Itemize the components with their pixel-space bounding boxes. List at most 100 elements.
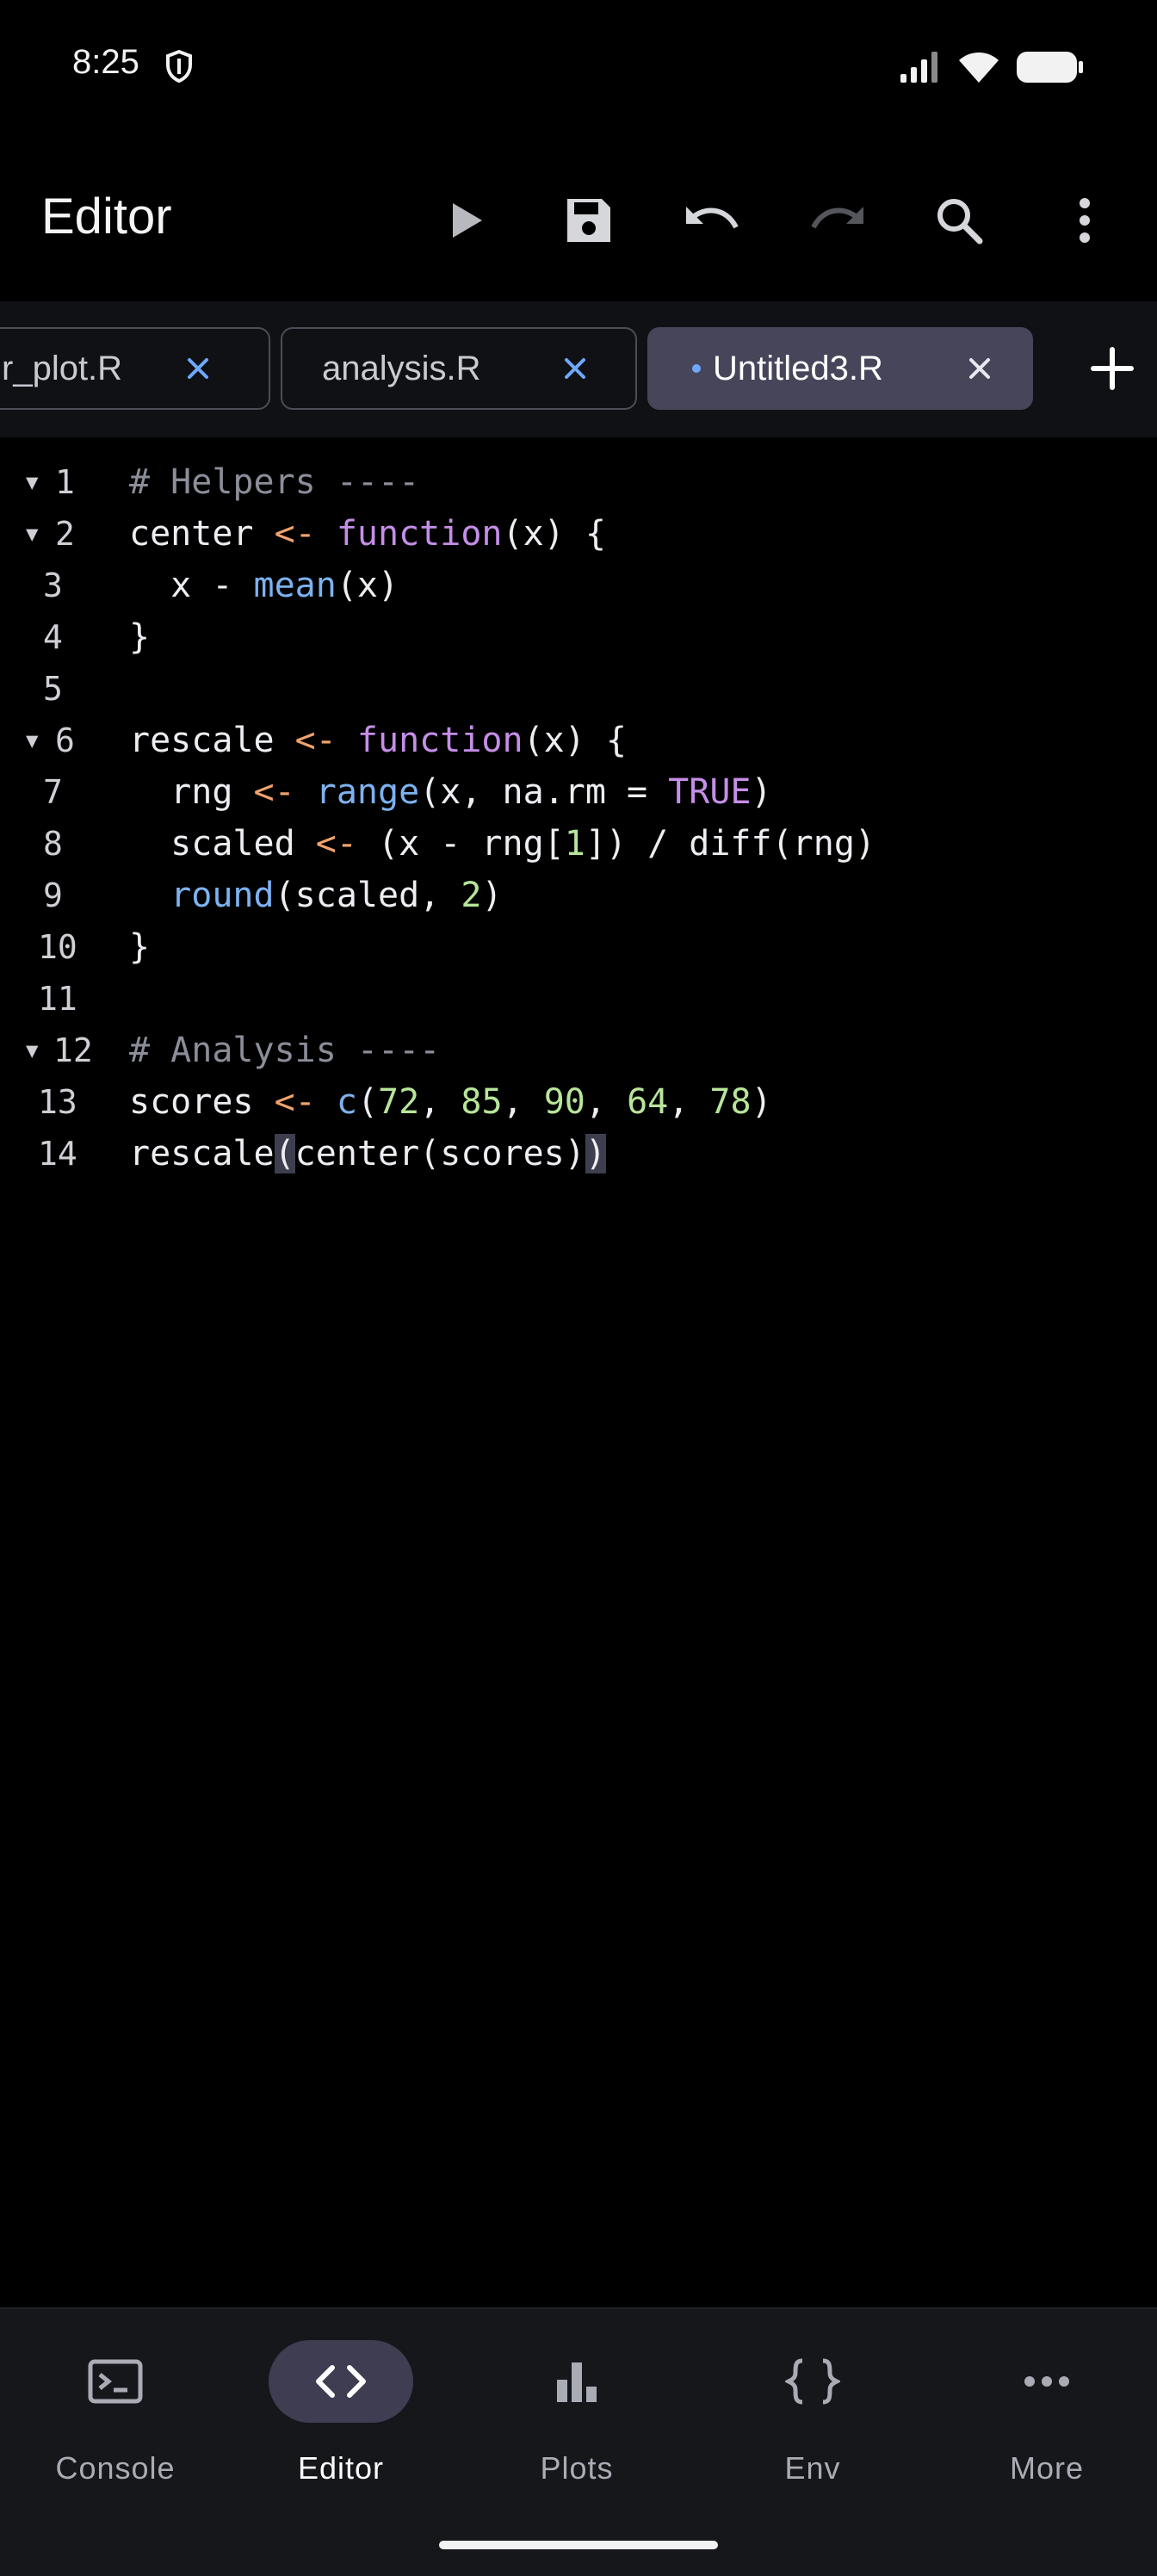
tab-label: r_plot.R — [2, 349, 123, 387]
code-text: # Helpers ---- — [129, 462, 420, 502]
search-button[interactable] — [928, 189, 990, 251]
code-line[interactable]: ▼ 2 center <- function(x) { — [0, 508, 1157, 560]
page-title: Editor — [41, 189, 172, 245]
code-text: center <- function(x) { — [129, 514, 606, 554]
code-editor[interactable]: ▼ 1 # Helpers ---- ▼ 2 center <- function(x) … — [0, 456, 1157, 1446]
close-icon[interactable] — [183, 353, 213, 384]
code-text: # Analysis ---- — [129, 1031, 441, 1070]
code-line[interactable]: 10} — [0, 921, 1157, 973]
nav-env-pill — [740, 2340, 885, 2423]
code-line[interactable]: 3 x - mean(x) — [0, 560, 1157, 611]
line-number: 2 — [55, 515, 75, 553]
nav-console-pill — [43, 2340, 188, 2423]
code-line[interactable]: 9 round(scaled, 2) — [0, 870, 1157, 921]
code-line[interactable]: 4} — [0, 611, 1157, 663]
status-time: 8:25 — [72, 43, 139, 81]
code-line[interactable]: 7 rng <- range(x, na.rm = TRUE) — [0, 766, 1157, 818]
line-number: 5 — [43, 670, 63, 708]
code-text: rng <- range(x, na.rm = TRUE) — [129, 772, 772, 812]
code-line[interactable]: ▼ 12 # Analysis ---- — [0, 1025, 1157, 1076]
tab-analysis[interactable]: analysis.R — [281, 327, 637, 410]
app-bar: Editor — [0, 164, 1157, 276]
line-number: 4 — [43, 618, 63, 656]
nav-label: Plots — [540, 2450, 614, 2486]
code-line[interactable]: 14 rescale(center(scores)) — [0, 1128, 1157, 1180]
tab-label: Untitled3.R — [713, 349, 883, 387]
nav-label: Editor — [297, 2450, 385, 2486]
line-gutter: 9 — [0, 870, 110, 921]
code-text: } — [129, 617, 151, 657]
tab-untitled3[interactable]: Untitled3.R — [647, 327, 1033, 410]
line-gutter: ▼ 6 — [0, 715, 110, 766]
save-button[interactable] — [558, 189, 620, 251]
line-number: 7 — [43, 773, 63, 811]
line-number: 6 — [55, 721, 75, 759]
line-number: 3 — [43, 567, 63, 604]
nav-editor-pill — [269, 2340, 413, 2423]
line-gutter: 3 — [0, 560, 110, 611]
more-options-button[interactable] — [1054, 189, 1116, 251]
code-text: rescale <- function(x) { — [129, 721, 627, 760]
more-vert-icon — [1080, 198, 1090, 243]
fold-toggle-icon[interactable]: ▼ — [26, 715, 38, 766]
tab-label: analysis.R — [322, 349, 481, 387]
redo-button[interactable] — [806, 189, 868, 251]
code-line[interactable]: ▼ 6 rescale <- function(x) { — [0, 715, 1157, 766]
line-gutter: ▼ 2 — [0, 508, 110, 560]
line-number: 9 — [43, 876, 63, 914]
line-gutter: 7 — [0, 766, 110, 818]
code-line[interactable]: 5 — [0, 663, 1157, 715]
bottom-navigation: Console Editor Plots Env More — [0, 2307, 1157, 2576]
nav-label: Env — [784, 2450, 841, 2486]
tab-plot[interactable]: r_plot.R — [0, 327, 270, 410]
run-button[interactable] — [436, 189, 498, 251]
code-line[interactable]: ▼ 1 # Helpers ---- — [0, 456, 1157, 508]
file-tabs: r_plot.R analysis.R Untitled3.R — [0, 301, 1157, 437]
matching-bracket: ) — [585, 1134, 606, 1173]
close-icon[interactable] — [560, 353, 591, 384]
line-number: 12 — [53, 1031, 93, 1069]
add-tab-icon[interactable] — [1086, 343, 1138, 394]
code-text: rescale(center(scores)) — [129, 1134, 606, 1173]
line-number: 14 — [38, 1135, 77, 1173]
signal-icon — [900, 52, 937, 83]
line-gutter: 14 — [0, 1128, 110, 1180]
status-icons — [899, 48, 1085, 86]
line-gutter: 11 — [0, 973, 110, 1025]
wifi-icon — [959, 53, 999, 83]
line-number: 1 — [55, 463, 75, 501]
matching-bracket: ( — [274, 1134, 295, 1173]
code-text: scores <- c(72, 85, 90, 64, 78) — [129, 1082, 772, 1122]
nav-env[interactable]: Env — [697, 2309, 928, 2524]
run-icon — [453, 203, 482, 238]
code-line[interactable]: 8 scaled <- (x - rng[1]) / diff(rng) — [0, 818, 1157, 870]
shield-icon — [166, 50, 192, 83]
line-gutter: ▼ 1 — [0, 456, 110, 508]
code-text: round(scaled, 2) — [170, 876, 503, 915]
nav-plots-pill — [504, 2340, 649, 2423]
nav-label: More — [1009, 2450, 1085, 2486]
code-text: x - mean(x) — [129, 566, 399, 605]
save-icon — [567, 199, 610, 242]
close-icon[interactable] — [964, 353, 995, 384]
bar-chart-icon — [557, 2362, 597, 2402]
fold-toggle-icon[interactable]: ▼ — [26, 1025, 38, 1076]
nav-plots[interactable]: Plots — [461, 2309, 692, 2524]
line-gutter: ▼ 12 — [0, 1025, 110, 1076]
nav-editor[interactable]: Editor — [226, 2309, 456, 2524]
code-icon — [316, 2365, 366, 2398]
code-line[interactable]: 13 scores <- c(72, 85, 90, 64, 78) — [0, 1076, 1157, 1128]
line-number: 8 — [43, 825, 63, 863]
undo-button[interactable] — [682, 189, 744, 251]
search-icon — [937, 199, 983, 245]
fold-toggle-icon[interactable]: ▼ — [26, 508, 38, 560]
redo-icon — [811, 207, 863, 229]
code-text: scaled <- (x - rng[1]) / diff(rng) — [129, 824, 875, 864]
nav-more[interactable]: More — [931, 2309, 1157, 2524]
console-icon — [88, 2359, 143, 2404]
code-line[interactable]: 11 — [0, 973, 1157, 1025]
braces-icon — [785, 2358, 840, 2405]
nav-console[interactable]: Console — [0, 2309, 231, 2524]
fold-toggle-icon[interactable]: ▼ — [26, 456, 38, 508]
modified-indicator — [692, 364, 701, 373]
